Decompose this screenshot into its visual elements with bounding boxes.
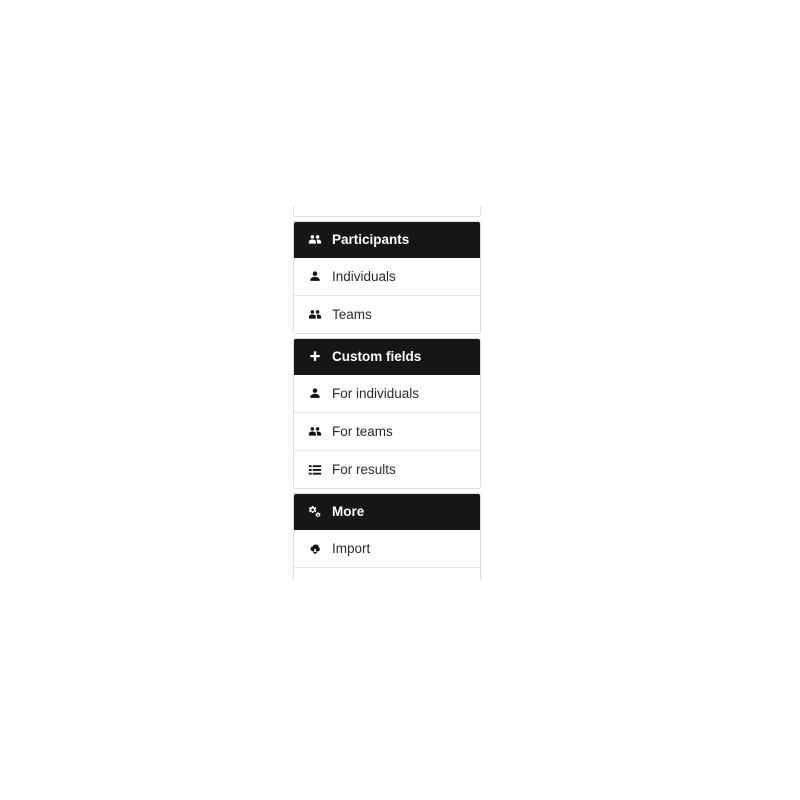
menu-item-individuals[interactable]: Individuals <box>294 258 480 296</box>
menu-item-label: For results <box>332 462 396 477</box>
panel-heading-more[interactable]: More <box>294 494 480 530</box>
users-icon <box>306 424 323 439</box>
sidebar-menu-clip: Rally type Participants Individuals Teams Cu… <box>293 206 481 580</box>
menu-item-for-individuals[interactable]: For individuals <box>294 375 480 413</box>
menu-item-label: Teams <box>332 307 372 322</box>
users-icon <box>306 307 323 322</box>
menu-item-label: Rally type <box>332 206 391 207</box>
plus-icon <box>306 350 323 364</box>
panel-participants: Participants Individuals Teams <box>293 221 481 334</box>
cloud-download-icon <box>306 541 323 556</box>
list-icon <box>306 462 323 477</box>
cogs-icon <box>306 505 323 519</box>
menu-item-import[interactable]: Import <box>294 530 480 568</box>
panel-heading-custom-fields[interactable]: Custom fields <box>294 339 480 375</box>
menu-item-label: Import <box>332 541 371 556</box>
menu-item-teams[interactable]: Teams <box>294 296 480 333</box>
users-icon <box>306 233 323 247</box>
menu-list: Individuals Teams <box>294 258 480 333</box>
menu-list: For individuals For teams For results <box>294 375 480 488</box>
user-icon <box>306 386 323 401</box>
panel-heading-participants[interactable]: Participants <box>294 222 480 258</box>
panel-cropped-top: Rally type <box>293 206 481 217</box>
menu-item-label: Individuals <box>332 269 396 284</box>
panel-heading-label: More <box>332 504 365 519</box>
panel-heading-label: Participants <box>332 232 410 247</box>
menu-item-rally-type[interactable]: Rally type <box>294 206 480 216</box>
panel-more: More Import <box>293 493 481 580</box>
menu-item-for-results[interactable]: For results <box>294 451 480 488</box>
panel-heading-label: Custom fields <box>332 349 422 364</box>
menu-item-label: For individuals <box>332 386 420 401</box>
user-icon <box>306 269 323 284</box>
blank-icon <box>306 577 323 580</box>
menu-item-for-teams[interactable]: For teams <box>294 413 480 451</box>
menu-list: Import <box>294 530 480 580</box>
menu-item-cropped-bottom[interactable] <box>294 568 480 580</box>
page-viewport: Rally type Participants Individuals Teams Cu… <box>0 0 800 800</box>
menu-list: Rally type <box>294 206 480 216</box>
menu-item-label: For teams <box>332 424 393 439</box>
panel-custom-fields: Custom fields For individuals For teams For… <box>293 338 481 489</box>
sidebar-menu: Rally type Participants Individuals Teams Cu… <box>293 206 481 580</box>
